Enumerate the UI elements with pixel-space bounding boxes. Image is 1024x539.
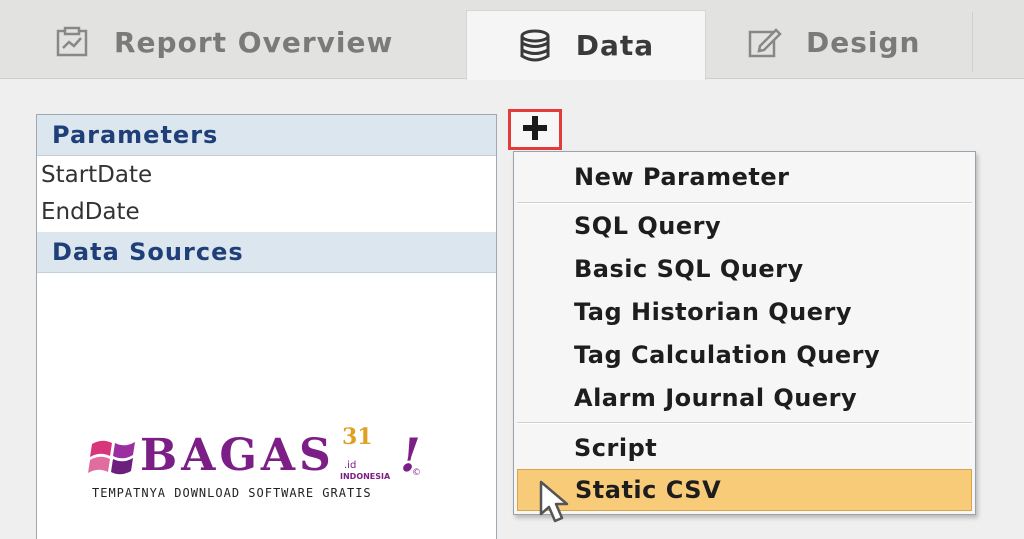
add-data-menu: New Parameter SQL Query Basic SQL Query …: [513, 151, 976, 515]
add-button[interactable]: [508, 109, 562, 150]
menu-separator: [517, 422, 972, 424]
watermark-country: INDONESIA: [340, 472, 391, 481]
menu-item-new-parameter[interactable]: New Parameter: [514, 156, 975, 198]
edit-icon: [748, 26, 782, 58]
menu-item-tag-historian-query[interactable]: Tag Historian Query: [514, 291, 975, 333]
watermark-tagline: TEMPATNYA DOWNLOAD SOFTWARE GRATIS: [92, 486, 372, 500]
watermark-mark: !: [394, 428, 426, 482]
windows-flag-icon: [88, 434, 138, 484]
watermark-number: 31: [342, 424, 373, 450]
menu-item-alarm-journal-query[interactable]: Alarm Journal Query: [514, 377, 975, 419]
tab-design[interactable]: Design: [748, 10, 920, 74]
mouse-cursor-icon: [538, 480, 578, 530]
database-icon: [518, 29, 552, 63]
plus-icon: [520, 113, 550, 147]
tab-label: Design: [806, 25, 921, 59]
menu-item-static-csv[interactable]: Static CSV: [517, 469, 972, 511]
data-sources-header[interactable]: Data Sources: [37, 232, 496, 273]
tab-data[interactable]: Data: [466, 10, 706, 80]
parameters-header[interactable]: Parameters: [37, 115, 496, 156]
menu-separator: [517, 202, 972, 204]
watermark-brand: BAGAS: [140, 430, 335, 481]
tab-divider: [972, 12, 973, 72]
tab-label: Data: [575, 29, 655, 62]
watermark-logo: BAGAS 31 .id INDONESIA ! © TEMPATNYA DOW…: [88, 424, 448, 514]
tab-label: Report Overview: [114, 25, 394, 59]
menu-item-basic-sql-query[interactable]: Basic SQL Query: [514, 248, 975, 290]
report-icon: [56, 26, 90, 58]
watermark-domain: .id: [344, 460, 357, 471]
parameter-item[interactable]: EndDate: [37, 193, 496, 230]
tab-bar: Report Overview Data Design: [0, 0, 1024, 80]
menu-item-script[interactable]: Script: [514, 427, 975, 469]
parameter-item[interactable]: StartDate: [37, 156, 496, 193]
watermark-copyright: ©: [412, 468, 421, 478]
tab-report-overview[interactable]: Report Overview: [56, 10, 393, 74]
menu-item-tag-calculation-query[interactable]: Tag Calculation Query: [514, 334, 975, 376]
menu-item-sql-query[interactable]: SQL Query: [514, 205, 975, 247]
